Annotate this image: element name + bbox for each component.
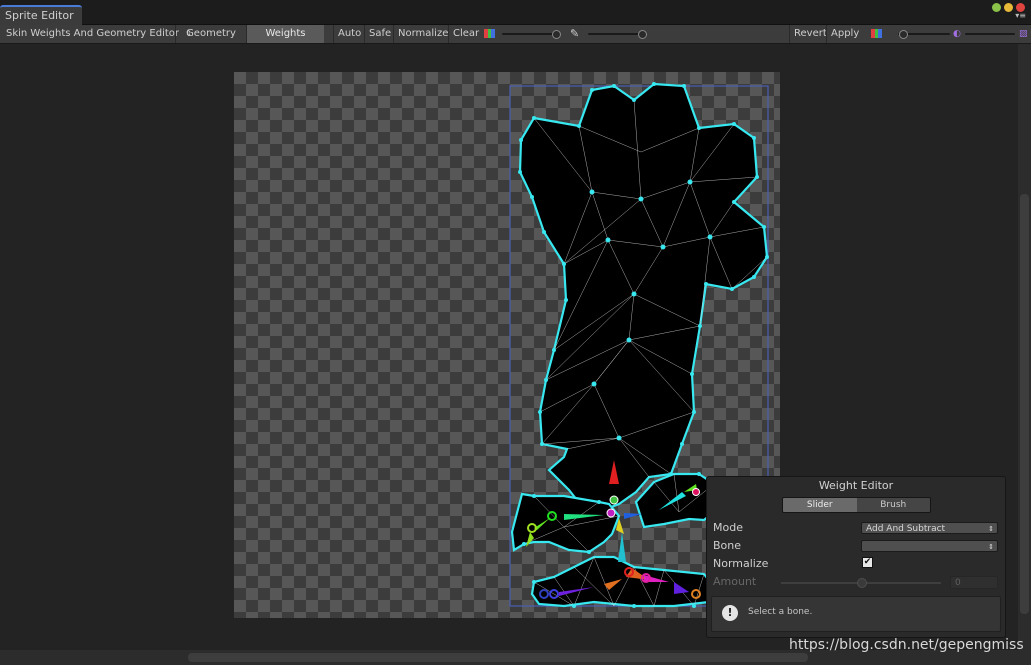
mode-label: Mode bbox=[713, 521, 743, 534]
rgb-channels-icon[interactable] bbox=[484, 29, 496, 38]
updown-arrow-icon: ⇕ bbox=[988, 525, 994, 533]
amount-label: Amount bbox=[713, 575, 757, 588]
auto-button[interactable]: Auto bbox=[333, 25, 361, 43]
zoom-slider[interactable] bbox=[898, 30, 950, 39]
mode-dropdown[interactable]: Skin Weights And Geometry Editor ⇕ bbox=[6, 25, 192, 43]
clear-button[interactable]: Clear bbox=[448, 25, 479, 43]
tab-geometry[interactable]: Geometry bbox=[175, 25, 246, 43]
warning-icon: ! bbox=[722, 605, 738, 621]
mip-max-icon[interactable]: ▨ bbox=[1019, 25, 1028, 43]
amount-field[interactable]: 0 bbox=[950, 576, 998, 589]
window-titlebar: Sprite Editor ▾≡ bbox=[0, 0, 1031, 26]
amount-slider-knob[interactable] bbox=[857, 578, 867, 588]
editor-toolbar: Skin Weights And Geometry Editor ⇕ Geome… bbox=[0, 25, 1031, 44]
safe-button[interactable]: Safe bbox=[364, 25, 391, 43]
minimize-button[interactable] bbox=[992, 3, 1001, 12]
weight-mode-tabs: Slider Brush bbox=[782, 497, 931, 513]
weight-editor-title: Weight Editor bbox=[818, 479, 894, 492]
mode-dropdown-label: Skin Weights And Geometry Editor bbox=[6, 28, 180, 39]
bone-label: Bone bbox=[713, 539, 742, 552]
checkmark-icon: ✔ bbox=[863, 557, 872, 567]
tab-weights[interactable]: Weights bbox=[246, 25, 324, 43]
menu-icon[interactable]: ▾≡ bbox=[1015, 12, 1026, 20]
brush-icon[interactable]: ✎ bbox=[570, 25, 579, 43]
window-tab[interactable]: Sprite Editor bbox=[0, 5, 82, 26]
zoom-slider-knob[interactable] bbox=[899, 30, 908, 39]
vertical-scrollbar[interactable] bbox=[1018, 44, 1031, 650]
normalize-checkbox[interactable]: ✔ bbox=[862, 557, 873, 568]
tab-brush[interactable]: Brush bbox=[856, 498, 930, 512]
weight-editor-panel: Weight Editor Slider Brush Mode Add And … bbox=[706, 476, 1006, 638]
horizontal-scrollbar-thumb[interactable] bbox=[188, 653, 808, 662]
mode-dropdown-value: Add And Subtract bbox=[866, 524, 946, 534]
updown-arrow-icon: ⇕ bbox=[988, 543, 994, 551]
opacity-slider[interactable] bbox=[502, 30, 561, 39]
sprite-canvas[interactable] bbox=[234, 72, 780, 618]
rgb-channels-icon-2[interactable] bbox=[871, 29, 883, 38]
watermark: https://blog.csdn.net/gepengmiss bbox=[789, 637, 1024, 653]
apply-button[interactable]: Apply bbox=[826, 25, 859, 43]
sprite-mesh-view[interactable] bbox=[234, 72, 780, 618]
mip-icon[interactable]: ◐ bbox=[953, 25, 961, 43]
mode-dropdown-field[interactable]: Add And Subtract ⇕ bbox=[861, 522, 998, 534]
mip-slider[interactable] bbox=[965, 33, 1015, 35]
vertical-scrollbar-thumb[interactable] bbox=[1020, 194, 1029, 614]
help-box: ! Select a bone. bbox=[711, 596, 1001, 632]
brush-size-slider-knob[interactable] bbox=[638, 30, 647, 39]
normalize-button[interactable]: Normalize bbox=[393, 25, 448, 43]
opacity-slider-knob[interactable] bbox=[552, 30, 561, 39]
bone-dropdown-field[interactable]: ⇕ bbox=[861, 540, 998, 552]
help-text: Select a bone. bbox=[748, 607, 813, 617]
revert-button[interactable]: Revert bbox=[789, 25, 827, 43]
tab-slider[interactable]: Slider bbox=[783, 498, 857, 512]
brush-size-slider[interactable] bbox=[588, 30, 647, 39]
maximize-button[interactable] bbox=[1004, 3, 1013, 12]
normalize-label: Normalize bbox=[713, 557, 769, 570]
